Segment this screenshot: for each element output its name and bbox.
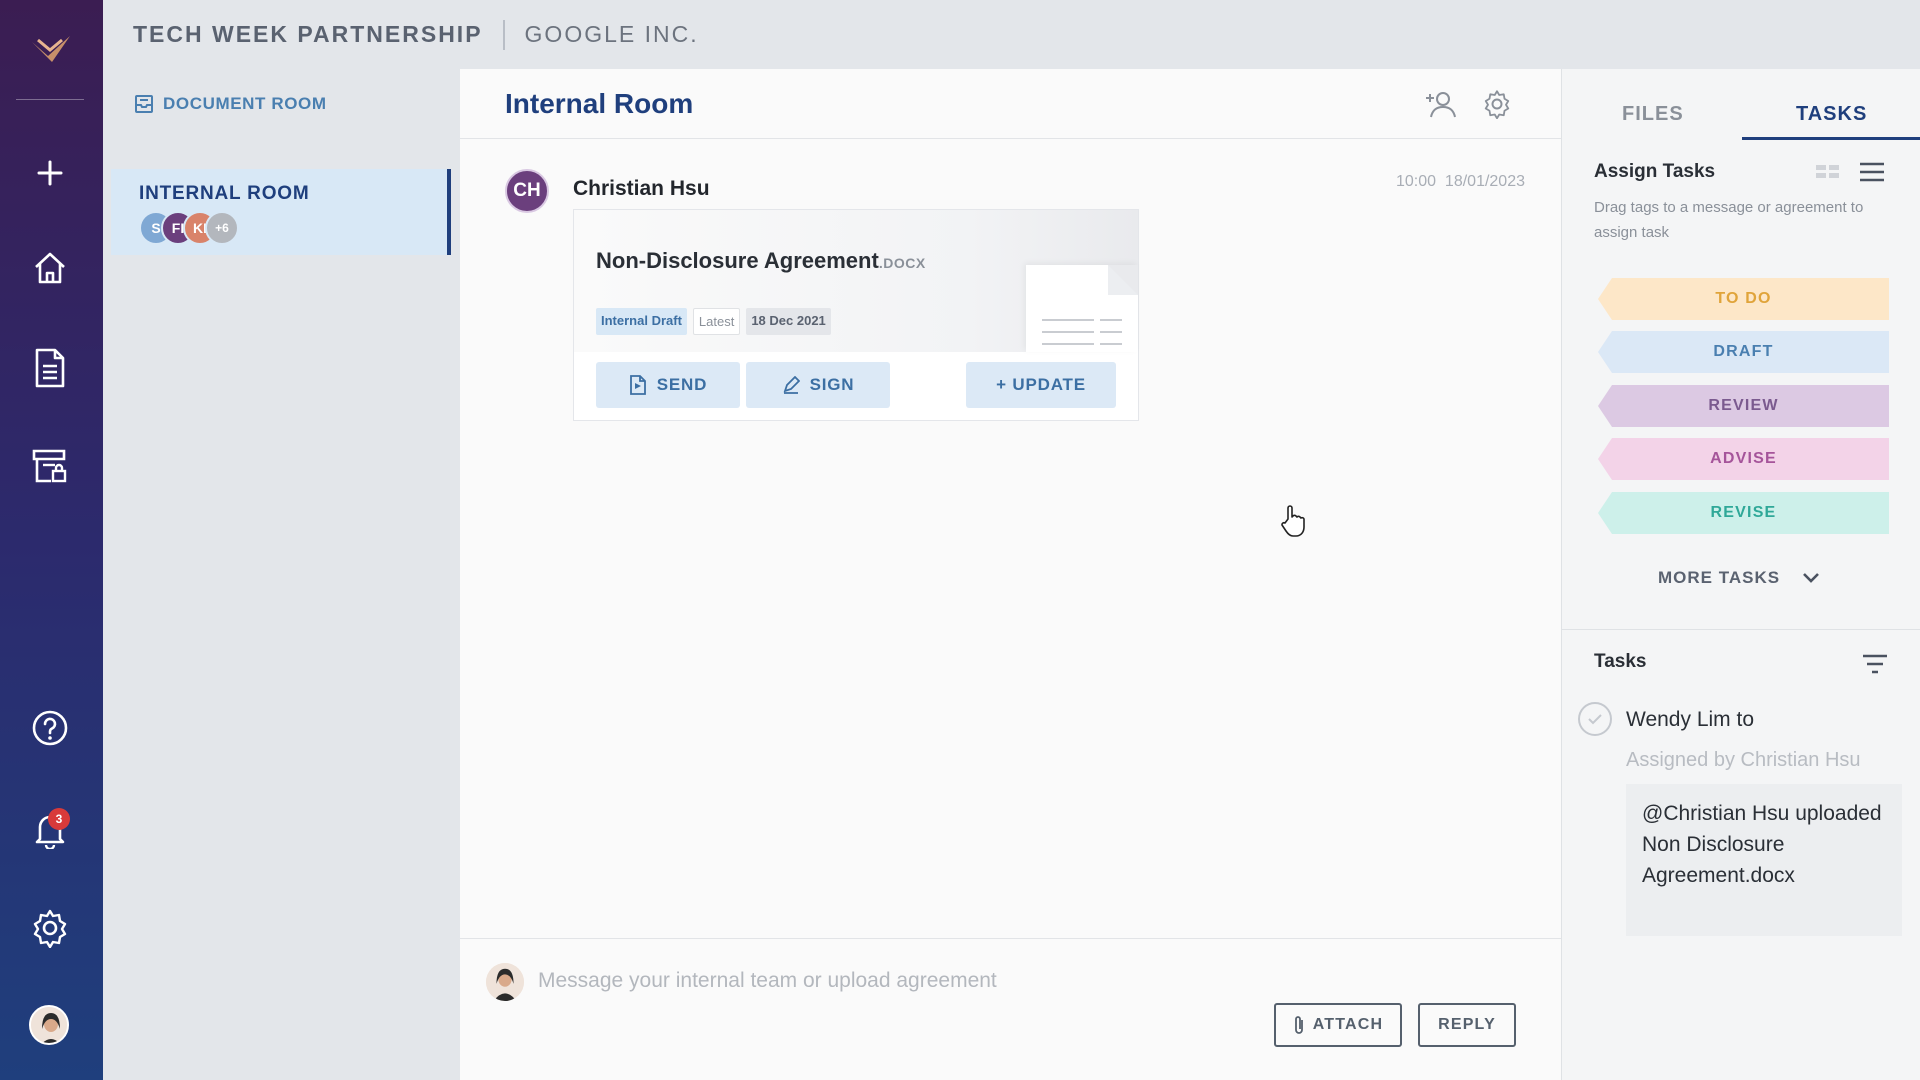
right-tabs: FILES TASKS	[1562, 69, 1920, 140]
document-actions: SEND SIGN + UPDATE	[596, 362, 1116, 408]
active-tab-indicator	[1742, 137, 1920, 140]
inbox-icon	[135, 95, 153, 113]
more-tasks-label: MORE TASKS	[1658, 568, 1781, 587]
check-icon	[1588, 714, 1602, 725]
tag-to-do[interactable]: TO DO	[1598, 278, 1889, 320]
attach-label: ATTACH	[1312, 1016, 1384, 1033]
task-complete-checkbox[interactable]	[1578, 702, 1612, 736]
top-header: TECH WEEK PARTNERSHIP GOOGLE INC.	[103, 0, 1920, 69]
message-composer: ATTACH REPLY	[460, 938, 1561, 1080]
grid-view-icon[interactable]	[1814, 161, 1842, 183]
author-avatar: CH	[505, 169, 549, 213]
document-extension: .DOCX	[878, 255, 926, 271]
version-badge: Latest	[692, 308, 741, 335]
room-item-internal[interactable]: INTERNAL ROOM S FI KI +6	[111, 169, 451, 255]
message-timestamp: 10:00 18/01/2023	[1396, 173, 1525, 191]
assign-tasks-description: Drag tags to a message or agreement to a…	[1594, 199, 1864, 241]
task-message[interactable]: @Christian Hsu uploaded Non Disclosure A…	[1626, 784, 1902, 936]
message-time: 10:00	[1395, 173, 1437, 190]
home-icon[interactable]	[22, 240, 78, 296]
document-room-label: DOCUMENT ROOM	[163, 94, 327, 113]
rooms-panel: DOCUMENT ROOM INTERNAL ROOM S FI KI +6	[103, 69, 460, 1080]
message-date: 18/01/2023	[1444, 173, 1525, 190]
document-icon[interactable]	[22, 340, 78, 396]
reply-button[interactable]: REPLY	[1418, 1003, 1516, 1047]
tasks-heading: Tasks	[1594, 651, 1647, 672]
composer-avatar	[486, 963, 524, 1001]
right-panel: FILES TASKS Assign Tasks Drag tags to a …	[1561, 69, 1920, 1080]
plus-icon[interactable]	[22, 145, 78, 201]
tag-revise[interactable]: REVISE	[1598, 492, 1889, 534]
add-member-icon[interactable]	[1424, 87, 1458, 121]
bell-icon[interactable]	[22, 802, 78, 858]
avatar[interactable]	[29, 1005, 69, 1045]
message-input[interactable]	[538, 961, 1438, 1001]
author-name: Christian Hsu	[573, 177, 710, 200]
room-members: S FI KI +6	[139, 211, 447, 245]
pen-icon	[783, 376, 800, 394]
chat-panel: Internal Room CH Christian Hsu 10:00 18/…	[460, 69, 1561, 1080]
tag-advise[interactable]: ADVISE	[1598, 438, 1889, 480]
project-title: TECH WEEK PARTNERSHIP	[133, 21, 483, 47]
tab-files[interactable]: FILES	[1622, 103, 1684, 126]
lock-box-icon[interactable]	[22, 438, 78, 494]
notification-badge: 3	[48, 808, 70, 830]
chat-header: Internal Room	[460, 69, 1561, 139]
logo-icon[interactable]	[28, 32, 74, 66]
tag-draft[interactable]: DRAFT	[1598, 331, 1889, 373]
date-badge: 18 Dec 2021	[746, 308, 831, 335]
document-name: Non-Disclosure Agreement	[596, 248, 879, 273]
help-icon[interactable]	[22, 700, 78, 756]
tab-tasks[interactable]: TASKS	[1796, 103, 1867, 126]
task-assigned-by: Assigned by Christian Hsu	[1626, 749, 1861, 771]
document-room-link[interactable]: DOCUMENT ROOM	[135, 94, 327, 114]
list-view-icon[interactable]	[1858, 161, 1886, 183]
document-card[interactable]: Non-Disclosure Agreement.DOCX Internal D…	[573, 209, 1139, 421]
extra-members-count: +6	[205, 211, 239, 245]
document-tags: Internal Draft Latest 18 Dec 2021	[596, 308, 831, 335]
company-name: GOOGLE INC.	[524, 21, 699, 47]
send-button[interactable]: SEND	[596, 362, 740, 408]
send-file-icon	[629, 375, 646, 395]
header-divider	[502, 19, 505, 50]
rail-divider	[16, 99, 84, 100]
document-preview: Non-Disclosure Agreement.DOCX Internal D…	[574, 210, 1138, 352]
room-settings-icon[interactable]	[1480, 87, 1514, 121]
room-name: INTERNAL ROOM	[139, 183, 310, 204]
task-assignee: Wendy Lim to	[1626, 708, 1754, 731]
room-title: Internal Room	[505, 87, 694, 119]
update-button[interactable]: + UPDATE	[966, 362, 1116, 408]
section-divider	[1562, 629, 1920, 630]
more-tasks-button[interactable]: MORE TASKS	[1658, 568, 1820, 588]
document-thumbnail-icon	[1026, 265, 1138, 352]
document-title: Non-Disclosure Agreement.DOCX	[596, 248, 926, 274]
attach-button[interactable]: ATTACH	[1274, 1003, 1402, 1047]
hand-cursor-icon	[1280, 505, 1306, 537]
chevron-down-icon	[1803, 573, 1819, 583]
left-rail: 3	[0, 0, 103, 1080]
filter-icon[interactable]	[1862, 653, 1888, 675]
tag-review[interactable]: REVIEW	[1598, 385, 1889, 427]
sign-button[interactable]: SIGN	[746, 362, 890, 408]
gear-icon[interactable]	[22, 900, 78, 956]
send-label: SEND	[656, 375, 708, 394]
status-badge: Internal Draft	[596, 308, 687, 335]
sign-label: SIGN	[809, 375, 855, 394]
paperclip-icon	[1294, 1016, 1303, 1034]
update-label: + UPDATE	[996, 375, 1086, 394]
reply-label: REPLY	[1438, 1016, 1496, 1033]
